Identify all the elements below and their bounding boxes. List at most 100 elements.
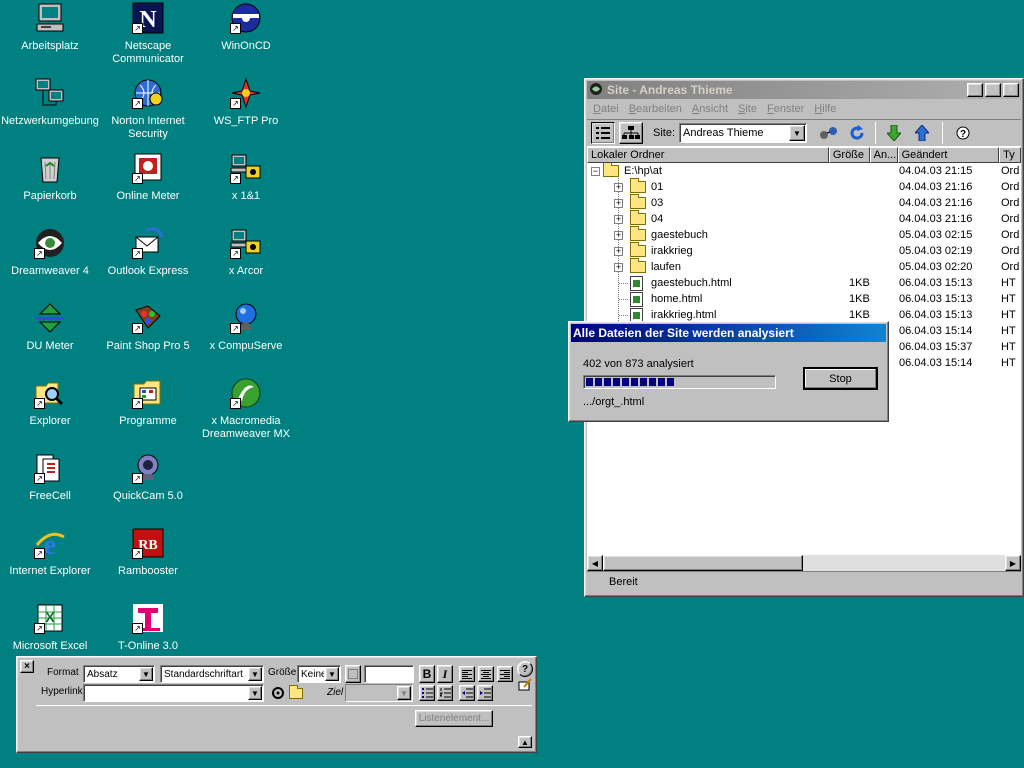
align-right-icon[interactable]	[497, 666, 513, 682]
tree-row[interactable]: gaestebuch.html 1KB 06.04.03 15:13 HT	[587, 275, 1021, 291]
tree-row[interactable]: +04 04.04.03 21:16 Ord	[587, 210, 1021, 227]
menu-hilfe[interactable]: Hilfe	[814, 103, 836, 115]
unordered-list-icon[interactable]	[419, 685, 435, 701]
site-files-view-button[interactable]	[591, 122, 615, 144]
chevron-down-icon[interactable]: ▼	[397, 686, 411, 700]
site-window-titlebar[interactable]: Site - Andreas Thieme _ □ ×	[587, 81, 1021, 99]
font-select[interactable]: Standardschriftart ▼	[160, 665, 264, 683]
point-to-file-icon[interactable]	[271, 686, 285, 703]
tree-row[interactable]: +01 04.04.03 21:16 Ord	[587, 178, 1021, 195]
get-arrow-down-icon[interactable]	[882, 122, 906, 144]
outdent-icon[interactable]	[459, 685, 475, 701]
desktop-icon-freecell[interactable]: ↗ FreeCell	[0, 452, 100, 503]
column-header[interactable]: Geändert	[897, 147, 1000, 163]
desktop-icon-microsoft-excel[interactable]: X ↗ Microsoft Excel	[0, 602, 100, 653]
desktop-icon-rambooster[interactable]: RB ↗ Rambooster	[98, 527, 198, 578]
expand-icon[interactable]: +	[614, 247, 623, 256]
chevron-down-icon[interactable]: ▼	[248, 686, 262, 700]
tree-row[interactable]: + irakkrieg 05.04.03 02:19 Ord	[587, 242, 1021, 259]
scroll-left-button[interactable]: ◀	[587, 555, 603, 571]
desktop-icon-programme[interactable]: ↗ Programme	[98, 377, 198, 428]
site-select[interactable]: Andreas Thieme ▼	[679, 123, 808, 143]
tree-row[interactable]: + gaestebuch 05.04.03 02:15 Ord	[587, 226, 1021, 243]
ordered-list-icon[interactable]	[437, 685, 453, 701]
column-header[interactable]: Größe	[828, 147, 870, 163]
expand-icon[interactable]: +	[614, 199, 623, 208]
collapse-panel-icon[interactable]: ▲	[518, 736, 532, 748]
progress-dialog-titlebar[interactable]: Alle Dateien der Site werden analysiert	[571, 324, 886, 342]
desktop-icon-paint-shop-pro-5[interactable]: ↗ Paint Shop Pro 5	[98, 302, 198, 353]
desktop-icon-online-meter[interactable]: ↗ Online Meter	[98, 152, 198, 203]
desktop-icon-outlook-express[interactable]: ↗ Outlook Express	[98, 227, 198, 278]
stop-button[interactable]: Stop	[803, 367, 878, 390]
menu-datei[interactable]: Datei	[593, 103, 619, 115]
site-map-button[interactable]	[619, 122, 643, 144]
tree-row[interactable]: +03 04.04.03 21:16 Ord	[587, 194, 1021, 211]
horizontal-scrollbar[interactable]: ◀ ▶	[587, 555, 1021, 571]
desktop-icon-netzwerkumgebung[interactable]: Netzwerkumgebung	[0, 77, 100, 128]
desktop-icon-dreamweaver-4[interactable]: ↗ Dreamweaver 4	[0, 227, 100, 278]
desktop-icon-du-meter[interactable]: DU Meter	[0, 302, 100, 353]
quick-tag-editor-icon[interactable]	[518, 678, 532, 695]
chevron-down-icon[interactable]: ▼	[139, 667, 153, 681]
align-left-icon[interactable]	[459, 666, 475, 682]
panel-close-icon[interactable]: ×	[20, 660, 34, 673]
desktop-icon-ws-ftp-pro[interactable]: ↗ WS_FTP Pro	[196, 77, 296, 128]
desktop-icon-internet-explorer[interactable]: e ↗ Internet Explorer	[0, 527, 100, 578]
maximize-button[interactable]: □	[985, 83, 1001, 97]
tree-row[interactable]: + laufen 05.04.03 02:20 Ord	[587, 258, 1021, 275]
text-color-field[interactable]	[364, 665, 414, 683]
menu-ansicht[interactable]: Ansicht	[692, 103, 728, 115]
desktop-icon-norton-internet-security[interactable]: ↗ Norton Internet Security	[98, 77, 198, 141]
desktop-icon-x-macromedia-dreamweaver-mx[interactable]: ↗ x Macromedia Dreamweaver MX	[196, 377, 296, 441]
desktop-icon-x-1-1[interactable]: ↗ x 1&1	[196, 152, 296, 203]
tree-row[interactable]: home.html 1KB 06.04.03 15:13 HT	[587, 291, 1021, 307]
scroll-right-button[interactable]: ▶	[1005, 555, 1021, 571]
browse-folder-icon[interactable]	[289, 684, 303, 699]
menu-fenster[interactable]: Fenster	[767, 103, 804, 115]
desktop-icon-explorer[interactable]: ↗ Explorer	[0, 377, 100, 428]
chevron-down-icon[interactable]: ▼	[248, 667, 262, 681]
desktop-icon-winoncd[interactable]: ↗ WinOnCD	[196, 2, 296, 53]
desktop-icon-arbeitsplatz[interactable]: Arbeitsplatz	[0, 2, 100, 53]
size-select[interactable]: Keine ▼	[297, 665, 341, 683]
desktop-icon-papierkorb[interactable]: Papierkorb	[0, 152, 100, 203]
list-item-button[interactable]: Listenelement...	[415, 710, 493, 727]
desktop-icon-netscape-communicator[interactable]: N ↗ Netscape Communicator	[98, 2, 198, 66]
hyperlink-label: Hyperlink	[41, 686, 83, 697]
tree-row[interactable]: − E:\hp\at 04.04.03 21:15 Ord	[587, 163, 1021, 179]
scroll-thumb[interactable]	[603, 555, 803, 571]
desktop-icon-t-online-3-0[interactable]: ↗ T-Online 3.0	[98, 602, 198, 653]
italic-button[interactable]: I	[437, 665, 453, 683]
text-color-button[interactable]	[345, 665, 361, 683]
desktop-icon-label: x Arcor	[228, 265, 264, 277]
indent-icon[interactable]	[477, 685, 493, 701]
desktop-icon-x-arcor[interactable]: ↗ x Arcor	[196, 227, 296, 278]
expand-icon[interactable]: +	[614, 263, 623, 272]
format-select[interactable]: Absatz ▼	[83, 665, 155, 683]
chevron-down-icon[interactable]: ▼	[789, 125, 806, 141]
put-arrow-up-icon[interactable]	[910, 122, 934, 144]
refresh-icon[interactable]	[845, 122, 869, 144]
column-header[interactable]: Ty	[999, 147, 1022, 163]
chevron-down-icon[interactable]: ▼	[325, 667, 339, 681]
expand-icon[interactable]: +	[614, 183, 623, 192]
collapse-icon[interactable]: −	[591, 167, 600, 176]
desktop-icon-quickcam-5-0[interactable]: ↗ QuickCam 5.0	[98, 452, 198, 503]
help-icon[interactable]: ?	[517, 661, 533, 677]
desktop-icon-x-compuserve[interactable]: ↗ x CompuServe	[196, 302, 296, 353]
hyperlink-input[interactable]: ▼	[83, 684, 264, 702]
bold-button[interactable]: B	[419, 665, 435, 683]
connect-icon[interactable]	[817, 122, 841, 144]
help-icon[interactable]: ?	[951, 122, 975, 144]
column-header[interactable]: Lokaler Ordner	[587, 147, 829, 163]
target-select[interactable]: ▼	[345, 684, 413, 702]
column-header[interactable]: An...	[869, 147, 898, 163]
menu-site[interactable]: Site	[738, 103, 757, 115]
menu-bearbeiten[interactable]: Bearbeiten	[629, 103, 682, 115]
minimize-button[interactable]: _	[967, 83, 983, 97]
expand-icon[interactable]: +	[614, 231, 623, 240]
close-button[interactable]: ×	[1003, 83, 1019, 97]
expand-icon[interactable]: +	[614, 215, 623, 224]
align-center-icon[interactable]	[478, 666, 494, 682]
